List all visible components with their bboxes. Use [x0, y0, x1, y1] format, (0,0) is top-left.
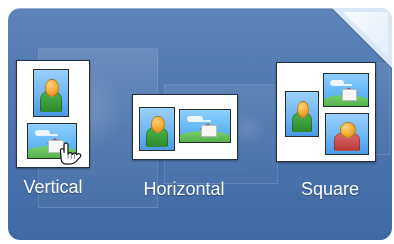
house-icon [48, 140, 64, 153]
person-icon [285, 91, 319, 137]
layout-picker-panel: Vertical Horizontal Square [8, 8, 392, 240]
option-label: Square [300, 179, 360, 199]
option-horizontal[interactable]: Horizontal [128, 94, 240, 210]
person-icon [33, 69, 69, 117]
person-head [151, 116, 165, 133]
person-icon-red [325, 113, 369, 155]
cloud-icon [34, 130, 51, 137]
option-square-card [276, 62, 376, 162]
option-horizontal-card [132, 94, 238, 160]
cloud-icon [187, 115, 203, 122]
option-vertical[interactable]: Vertical [16, 60, 90, 210]
option-label: Horizontal [143, 179, 225, 199]
landscape-icon [27, 123, 77, 159]
landscape-icon [323, 73, 369, 107]
house-icon [342, 89, 357, 101]
option-vertical-card [16, 60, 90, 168]
option-label: Vertical [23, 177, 83, 197]
person-icon [139, 107, 175, 151]
house-icon [201, 125, 217, 137]
landscape-icon [179, 109, 231, 143]
person-head [45, 79, 59, 97]
option-square[interactable]: Square [276, 62, 384, 210]
person-head [296, 100, 310, 118]
cloud-icon [330, 79, 345, 86]
page-corner-fold-icon [332, 8, 392, 68]
person-head [339, 122, 357, 138]
